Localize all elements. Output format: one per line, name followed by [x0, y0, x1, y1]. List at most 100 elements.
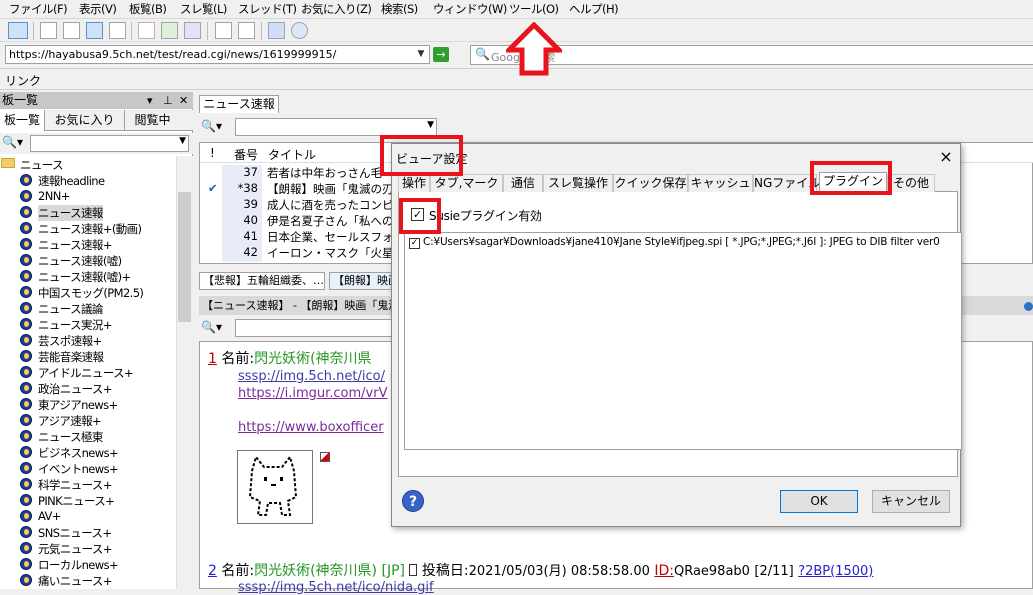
plugin-entry[interactable]: C:¥Users¥sagar¥Downloads¥jane410¥Jane St…	[423, 236, 940, 248]
refresh-icon[interactable]	[161, 22, 178, 39]
tab-ng-file[interactable]: NGファイル	[753, 174, 820, 192]
tree-item-label: 痛いニュース+	[38, 574, 112, 588]
column-mark[interactable]: !	[210, 146, 215, 160]
susie-label[interactable]: Susieプラグイン有効	[429, 207, 542, 224]
tree-item-label: 政治ニュース+	[38, 382, 112, 396]
plugin-checkbox[interactable]: ✓	[409, 238, 420, 249]
board-icon	[20, 510, 32, 522]
tree-item-label: PINKニュース+	[38, 494, 115, 508]
post-number[interactable]: 2	[208, 563, 217, 579]
tab-operation[interactable]: 操作	[398, 174, 430, 192]
tab-favorites[interactable]: お気に入り	[45, 110, 125, 131]
plugin-list: ✓ C:¥Users¥sagar¥Downloads¥jane410¥Jane …	[404, 232, 962, 450]
pane-layout-3-icon[interactable]	[86, 22, 103, 39]
menu-thread[interactable]: スレッド(T)	[238, 1, 297, 17]
tree-item-label: 東アジアnews+	[38, 398, 118, 412]
post-link[interactable]: sssp://img.5ch.net/ico/nida.gif	[238, 580, 434, 595]
tab-network[interactable]: 通信	[503, 174, 543, 192]
ok-button[interactable]: OK	[780, 490, 858, 513]
thread-tab[interactable]: 【悲報】五輪組織委、…	[199, 272, 325, 290]
go-arrow-icon[interactable]: →	[433, 47, 449, 62]
thread-row[interactable]: 39 成人に酒を売ったコンビ	[200, 197, 400, 214]
board-icon	[20, 558, 32, 570]
tab-other[interactable]: その他	[887, 174, 935, 192]
tree-item-label: ニュース極東	[38, 430, 103, 444]
thread-row[interactable]: ✔ *38 【朗報】映画「鬼滅の刃」	[200, 181, 405, 198]
thread-search-input[interactable]: ▼	[235, 118, 437, 136]
menu-help[interactable]: ヘルプ(H)	[569, 1, 619, 17]
board-icon	[20, 414, 32, 426]
tab-thread-list-ops[interactable]: スレ覧操作	[543, 174, 613, 192]
chevron-down-icon[interactable]: ▾	[147, 92, 153, 109]
url-field[interactable]: https://hayabusa9.5ch.net/test/read.cgi/…	[5, 45, 430, 64]
board-search-input[interactable]: ▼	[30, 135, 189, 152]
menu-tools[interactable]: ツール(O)	[509, 1, 559, 17]
menu-favorites[interactable]: お気に入り(Z)	[301, 1, 372, 17]
post-link[interactable]: sssp://img.5ch.net/ico/	[238, 369, 385, 384]
layout-icon[interactable]	[8, 22, 28, 39]
board-icon	[20, 446, 32, 458]
tab-browsing[interactable]: 閲覧中	[125, 110, 180, 131]
menu-board-list[interactable]: 板覧(B)	[129, 1, 167, 17]
search-icon[interactable]: 🔍▾	[201, 119, 222, 133]
tab-board-list[interactable]: 板一覧	[0, 110, 45, 131]
post-header: 1 名前:閃光妖術(神奈川県	[208, 348, 372, 368]
menu-file[interactable]: ファイル(F)	[9, 1, 68, 17]
thread-tab[interactable]: 【朗報】映画	[329, 272, 399, 290]
flag-icon	[409, 564, 418, 576]
tab-cache[interactable]: キャッシュ	[688, 174, 753, 192]
chevron-down-icon[interactable]: ▼	[179, 136, 186, 146]
search-icon[interactable]: 🔍▾	[201, 320, 222, 334]
pane-layout-1-icon[interactable]	[40, 22, 57, 39]
thread-number: 37	[222, 165, 262, 182]
pin-icon[interactable]: ⊥	[163, 92, 173, 109]
thread-row[interactable]: 37 若者は中年おっさん毛	[200, 165, 400, 182]
column-title[interactable]: タイトル	[268, 146, 316, 163]
cat-image[interactable]	[237, 450, 313, 524]
tree-scrollbar-thumb[interactable]	[178, 192, 191, 322]
thread-title: 日本企業、セールスフォ	[267, 230, 394, 244]
thread-row[interactable]: 41 日本企業、セールスフォ	[200, 229, 400, 246]
board-icon	[20, 238, 32, 250]
help-icon[interactable]	[291, 22, 308, 39]
board-icon[interactable]	[215, 22, 232, 39]
board-tree: ニュース 速報headline 2NN+ ニュース速報 ニュース速報+(動画) ニュース速…	[0, 156, 176, 589]
tree-item-label: ビジネスnews+	[38, 446, 119, 460]
book-icon[interactable]	[268, 22, 285, 39]
search-icon[interactable]	[238, 22, 255, 39]
board-icon	[20, 174, 32, 186]
cancel-button[interactable]: キャンセル	[872, 490, 950, 513]
board-icon	[20, 286, 32, 298]
menu-thread-list[interactable]: スレ覧(L)	[180, 1, 227, 17]
write-icon[interactable]	[138, 22, 155, 39]
thread-number: *38	[222, 181, 262, 198]
close-icon[interactable]: ✕	[179, 92, 188, 109]
search-icon[interactable]: 🔍▾	[2, 135, 23, 149]
post-link[interactable]: https://i.imgur.com/vrV	[238, 386, 387, 401]
thread-row[interactable]: 40 伊是名夏子さん「私への	[200, 213, 400, 230]
board-icon	[20, 382, 32, 394]
help-icon[interactable]: ?	[402, 490, 424, 512]
column-number[interactable]: 番号	[234, 146, 258, 163]
thread-row[interactable]: 42 イーロン・マスク「火星に	[200, 245, 405, 262]
id-label[interactable]: ID:	[654, 563, 674, 579]
thread-title: イーロン・マスク「火星に	[267, 246, 405, 260]
image-thumbnail-icon[interactable]	[320, 452, 330, 462]
post-number[interactable]: 1	[208, 351, 217, 367]
tab-news-flash[interactable]: ニュース速報	[199, 95, 279, 113]
menu-window[interactable]: ウィンドウ(W)	[433, 1, 507, 17]
copy-icon[interactable]	[184, 22, 201, 39]
viewer-settings-dialog: ビューア設定 × 操作 タブ,マーク 通信 スレ覧操作 クイック保存 キャッシュ…	[391, 143, 962, 527]
tree-item-label: ニュース速報+(動画)	[38, 222, 142, 236]
chevron-down-icon[interactable]: ▼	[413, 46, 429, 63]
be-link[interactable]: ?2BP(1500)	[798, 564, 873, 579]
tab-quick-save[interactable]: クイック保存	[613, 174, 688, 192]
tab-tab-mark[interactable]: タブ,マーク	[430, 174, 503, 192]
menu-view[interactable]: 表示(V)	[79, 1, 117, 17]
pane-layout-2-icon[interactable]	[63, 22, 80, 39]
post-link[interactable]: https://www.boxofficer	[238, 420, 384, 435]
close-icon[interactable]: ×	[936, 147, 956, 166]
menu-search[interactable]: 検索(S)	[381, 1, 418, 17]
pane-layout-4-icon[interactable]	[109, 22, 126, 39]
chevron-down-icon[interactable]: ▼	[427, 120, 434, 130]
